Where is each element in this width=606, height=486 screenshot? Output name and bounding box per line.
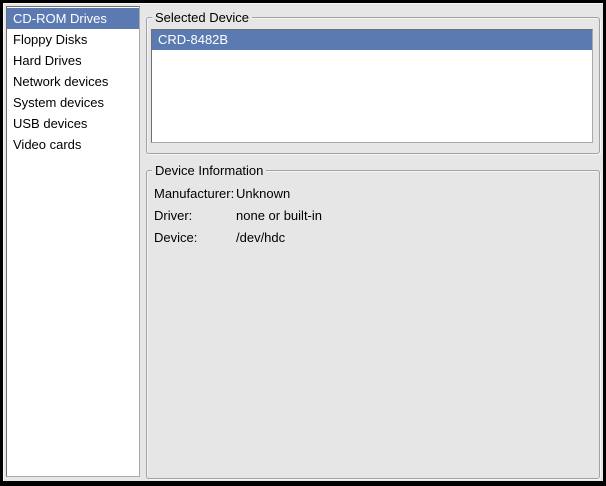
category-list-item[interactable]: CD-ROM Drives: [7, 8, 139, 29]
device-info-field-label: Device:: [154, 227, 236, 249]
device-category-list[interactable]: CD-ROM DrivesFloppy DisksHard DrivesNetw…: [6, 6, 140, 477]
device-list-item[interactable]: CRD-8482B: [152, 30, 592, 50]
device-info-field-value: none or built-in: [236, 205, 592, 227]
category-list-item[interactable]: USB devices: [7, 113, 139, 134]
device-info-field-label: Manufacturer:: [154, 183, 236, 205]
device-info-row: Device:/dev/hdc: [154, 227, 592, 249]
selected-device-list[interactable]: CRD-8482B: [151, 29, 593, 143]
hardware-browser-window: CD-ROM DrivesFloppy DisksHard DrivesNetw…: [0, 0, 606, 486]
category-list-item[interactable]: Video cards: [7, 134, 139, 155]
device-info-field-value: /dev/hdc: [236, 227, 592, 249]
device-information-frame: Device Information Manufacturer:UnknownD…: [146, 170, 600, 479]
device-info-field-label: Driver:: [154, 205, 236, 227]
device-info-row: Driver:none or built-in: [154, 205, 592, 227]
device-info-table: Manufacturer:UnknownDriver:none or built…: [154, 183, 592, 249]
category-list-item[interactable]: Network devices: [7, 71, 139, 92]
device-info-field-value: Unknown: [236, 183, 592, 205]
category-list-item[interactable]: System devices: [7, 92, 139, 113]
device-information-frame-title: Device Information: [152, 163, 266, 178]
category-list-item[interactable]: Floppy Disks: [7, 29, 139, 50]
selected-device-frame-title: Selected Device: [152, 10, 252, 25]
device-info-row: Manufacturer:Unknown: [154, 183, 592, 205]
category-list-item[interactable]: Hard Drives: [7, 50, 139, 71]
selected-device-frame: Selected Device CRD-8482B: [146, 17, 600, 154]
